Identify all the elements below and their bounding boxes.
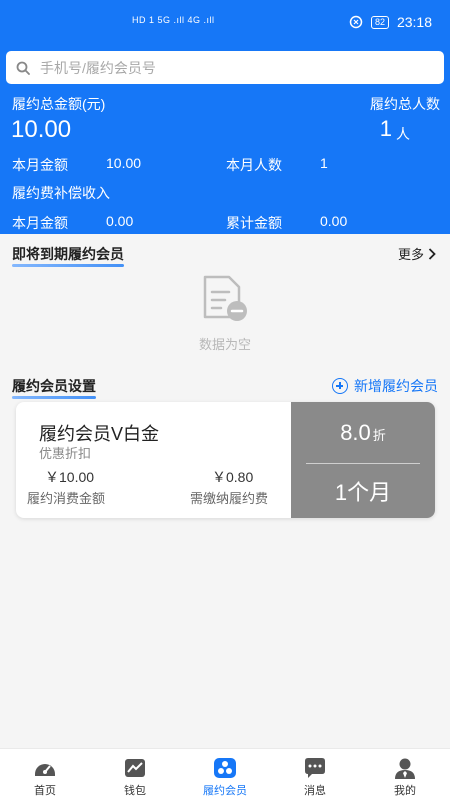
discount-rate: 8.0 折 bbox=[291, 420, 435, 446]
dashboard-icon bbox=[35, 764, 55, 776]
month-people-label: 本月人数 bbox=[226, 157, 282, 173]
message-icon bbox=[305, 758, 325, 778]
expiring-section-title: 即将到期履约会员 bbox=[12, 244, 124, 267]
tab-wallet[interactable]: 钱包 bbox=[90, 749, 180, 800]
wallet-chart-icon bbox=[125, 759, 145, 777]
summary-header: HD 1 5G .ıll 4G .ıll 82 23:18 履约总金额(元) 1… bbox=[0, 0, 450, 234]
search-bar[interactable] bbox=[6, 51, 444, 84]
total-people-label: 履约总人数 bbox=[370, 96, 440, 112]
total-people-value: 1 bbox=[379, 116, 392, 141]
vibrate-icon bbox=[349, 15, 363, 29]
comp-month-value: 0.00 bbox=[106, 213, 134, 229]
discount-value: 8.0 bbox=[340, 420, 371, 445]
total-people-unit: 人 bbox=[396, 126, 410, 142]
title-underline bbox=[12, 264, 124, 267]
fee-amount: ￥0.80 bbox=[212, 469, 254, 485]
chevron-right-icon bbox=[428, 247, 436, 260]
search-icon bbox=[16, 61, 30, 75]
more-label: 更多 bbox=[397, 247, 424, 262]
empty-state-text: 数据为空 bbox=[198, 337, 251, 352]
tab-messages[interactable]: 消息 bbox=[270, 749, 360, 800]
comp-total-label: 累计金额 bbox=[226, 215, 282, 231]
consume-amount: ￥10.00 bbox=[45, 469, 95, 485]
total-amount-label: 履约总金额(元) bbox=[12, 96, 106, 112]
tab-members[interactable]: 履约会员 bbox=[180, 749, 270, 800]
tab-label: 钱包 bbox=[124, 785, 146, 797]
network-indicators: HD 1 5G .ıll 4G .ıll bbox=[132, 15, 215, 25]
tab-label: 我的 bbox=[394, 785, 416, 797]
discount-unit: 折 bbox=[372, 428, 386, 443]
consume-amount-label: 履约消费金额 bbox=[27, 491, 106, 506]
panel-divider bbox=[306, 463, 420, 464]
plus-circle-icon bbox=[332, 378, 348, 394]
month-people-value: 1 bbox=[320, 155, 328, 171]
compensation-title: 履约费补偿收入 bbox=[12, 185, 110, 201]
search-input[interactable] bbox=[40, 59, 400, 76]
tab-home[interactable]: 首页 bbox=[0, 749, 90, 800]
month-amount-label: 本月金额 bbox=[12, 157, 68, 173]
card-info: 履约会员V白金 优惠折扣 ￥10.00 履约消费金额 ￥0.80 需缴纳履约费 bbox=[16, 402, 291, 518]
card-discount-panel: 8.0 折 1个月 bbox=[291, 402, 435, 518]
fee-amount-label: 需缴纳履约费 bbox=[190, 491, 269, 506]
members-icon bbox=[214, 758, 236, 778]
bottom-tab-bar: 首页 钱包 履约会员 消息 我的 bbox=[0, 748, 450, 800]
tab-label: 履约会员 bbox=[203, 785, 247, 797]
comp-month-label: 本月金额 bbox=[12, 215, 68, 231]
add-member-label: 新增履约会员 bbox=[354, 378, 438, 394]
clock: 23:18 bbox=[396, 14, 432, 30]
expiring-title-text: 即将到期履约会员 bbox=[12, 246, 124, 262]
level-subtitle: 优惠折扣 bbox=[39, 446, 92, 461]
battery-icon: 82 bbox=[370, 15, 389, 29]
more-link[interactable]: 更多 bbox=[398, 244, 436, 263]
total-amount-value: 10.00 bbox=[11, 116, 72, 143]
settings-section-title: 履约会员设置 bbox=[12, 376, 96, 399]
comp-total-value: 0.00 bbox=[320, 213, 348, 229]
add-member-button[interactable]: 新增履约会员 bbox=[332, 376, 438, 396]
tab-label: 首页 bbox=[34, 785, 56, 797]
settings-title-text: 履约会员设置 bbox=[12, 378, 96, 394]
tab-label: 消息 bbox=[304, 785, 326, 797]
month-amount-value: 10.00 bbox=[106, 155, 142, 171]
status-bar: HD 1 5G .ıll 4G .ıll 82 23:18 bbox=[0, 12, 450, 34]
empty-document-icon bbox=[203, 275, 247, 321]
user-icon bbox=[395, 758, 415, 779]
membership-duration: 1个月 bbox=[334, 480, 392, 505]
title-underline bbox=[12, 396, 96, 399]
member-level-card[interactable]: 履约会员V白金 优惠折扣 ￥10.00 履约消费金额 ￥0.80 需缴纳履约费 … bbox=[16, 402, 435, 518]
tab-profile[interactable]: 我的 bbox=[360, 749, 450, 800]
